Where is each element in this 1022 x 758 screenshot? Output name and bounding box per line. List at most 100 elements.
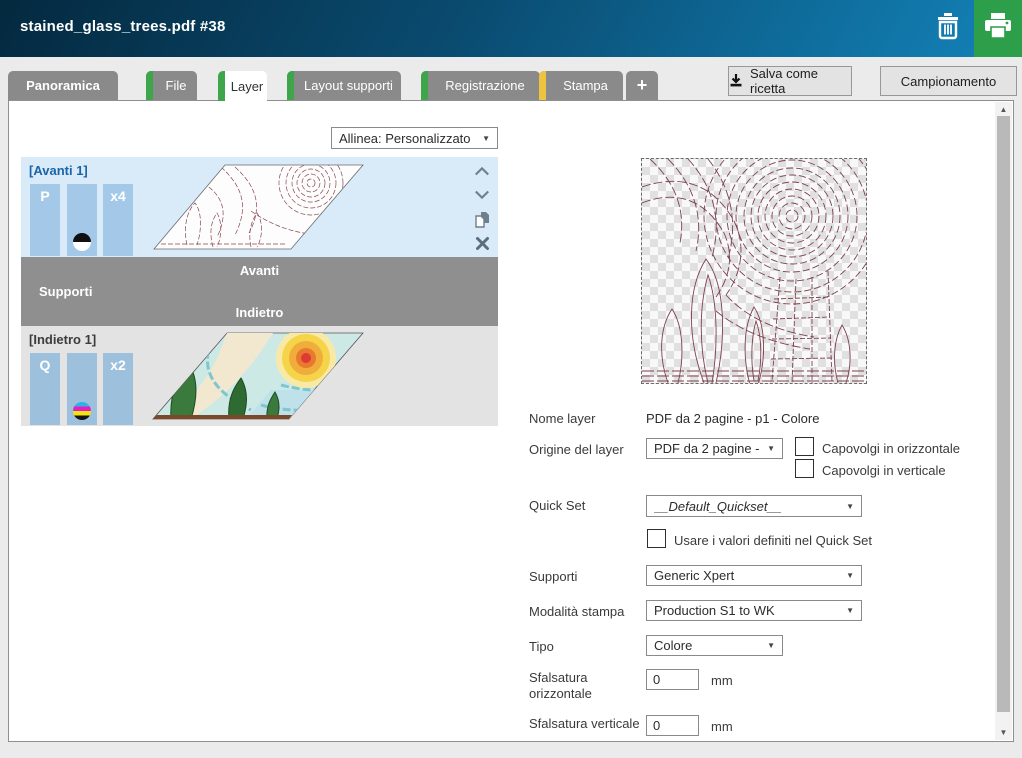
download-icon xyxy=(729,73,743,90)
front-layer-badge-x4[interactable]: x4 xyxy=(103,184,133,256)
front-layer-row[interactable]: [Avanti 1] P x4 xyxy=(21,157,498,257)
flip-horizontal-checkbox[interactable] xyxy=(795,437,814,456)
plus-icon: + xyxy=(636,75,648,95)
move-layer-down-button[interactable] xyxy=(472,183,492,207)
badge-label: x2 xyxy=(110,357,126,373)
use-quickset-label: Usare i valori definiti nel Quick Set xyxy=(674,533,872,548)
campionamento-label: Campionamento xyxy=(900,73,997,89)
triangle-up-icon: ▲ xyxy=(999,105,1008,114)
origine-layer-dropdown[interactable]: PDF da 2 pagine - p1 ▼ xyxy=(646,438,783,459)
badge-label: x4 xyxy=(110,188,126,204)
job-editor-window: stained_glass_trees.pdf #38 Panoramica F… xyxy=(0,0,1022,758)
back-layer-row[interactable]: [Indietro 1] Q x2 xyxy=(21,326,498,426)
back-layer-thumbnail[interactable] xyxy=(151,330,366,422)
print-job-button[interactable] xyxy=(974,0,1022,57)
tab-panoramica[interactable]: Panoramica xyxy=(8,71,118,100)
tipo-label: Tipo xyxy=(529,639,554,654)
tab-label: Registrazione xyxy=(445,78,525,93)
tab-layer[interactable]: Layer xyxy=(218,71,267,101)
chevron-down-icon: ▼ xyxy=(767,444,775,453)
printer-icon xyxy=(984,13,1012,44)
tab-layout-supporti[interactable]: Layout supporti xyxy=(287,71,401,100)
tab-status-indicator xyxy=(218,71,225,101)
supporti-dropdown[interactable]: Generic Xpert ▼ xyxy=(646,565,862,586)
tab-label: Layer xyxy=(230,78,264,94)
supporti-value: Generic Xpert xyxy=(654,568,735,583)
job-title: stained_glass_trees.pdf #38 xyxy=(20,18,226,35)
origine-layer-label: Origine del layer xyxy=(529,442,624,457)
move-layer-up-button[interactable] xyxy=(472,159,492,183)
add-tab-button[interactable]: + xyxy=(626,71,658,100)
front-layer-ink-badge[interactable] xyxy=(67,184,97,256)
titlebar: stained_glass_trees.pdf #38 xyxy=(0,0,1022,57)
trash-icon xyxy=(935,12,961,45)
vertical-scrollbar[interactable]: ▲ ▼ xyxy=(995,102,1012,740)
chevron-down-icon: ▼ xyxy=(482,133,490,143)
quickset-dropdown[interactable]: __Default_Quickset__ ▼ xyxy=(646,495,862,517)
align-dropdown-value: Allinea: Personalizzato xyxy=(339,130,471,146)
front-layer-badge-p[interactable]: P xyxy=(30,184,60,256)
sfalsatura-orizzontale-unit: mm xyxy=(711,673,733,688)
modalita-stampa-label: Modalità stampa xyxy=(529,604,625,619)
tipo-value: Colore xyxy=(654,638,693,653)
nome-layer-label: Nome layer xyxy=(529,411,596,426)
scroll-down-arrow[interactable]: ▼ xyxy=(995,725,1012,740)
tab-label: File xyxy=(165,78,187,93)
band-front-label: Avanti xyxy=(239,263,280,278)
quickset-value: __Default_Quickset__ xyxy=(654,498,782,514)
chevron-down-icon: ▼ xyxy=(846,571,854,580)
tab-status-indicator xyxy=(146,71,153,100)
sfalsatura-verticale-unit: mm xyxy=(711,719,733,734)
layer-tab-content: Allinea: Personalizzato ▼ [Avanti 1] P x… xyxy=(8,100,1014,742)
save-recipe-button[interactable]: Salva come ricetta xyxy=(728,66,852,96)
quickset-label: Quick Set xyxy=(529,498,586,513)
modalita-stampa-value: Production S1 to WK xyxy=(654,603,775,618)
back-layer-title: [Indietro 1] xyxy=(29,332,97,347)
badge-label: Q xyxy=(39,357,51,373)
scrollbar-thumb[interactable] xyxy=(997,116,1010,712)
tab-status-indicator xyxy=(539,71,546,100)
save-recipe-label: Salva come ricetta xyxy=(750,66,818,96)
tab-label: Stampa xyxy=(563,78,608,93)
media-band: Avanti Supporti Indietro xyxy=(21,257,498,326)
flip-vertical-checkbox[interactable] xyxy=(795,459,814,478)
nome-layer-value: PDF da 2 pagine - p1 - Colore xyxy=(646,411,820,426)
scroll-up-arrow[interactable]: ▲ xyxy=(995,102,1012,117)
tab-file[interactable]: File xyxy=(146,71,197,100)
tipo-dropdown[interactable]: Colore ▼ xyxy=(646,635,783,656)
delete-layer-icon[interactable] xyxy=(472,231,492,255)
delete-job-button[interactable] xyxy=(922,0,974,57)
use-quickset-checkbox[interactable] xyxy=(647,529,666,548)
origine-layer-value: PDF da 2 pagine - p1 xyxy=(654,441,762,456)
tab-label: Panoramica xyxy=(26,78,100,93)
back-layer-ink-badge[interactable] xyxy=(67,353,97,425)
chevron-down-icon: ▼ xyxy=(846,606,854,615)
duplicate-layer-icon[interactable] xyxy=(472,207,492,231)
layer-preview xyxy=(641,127,881,386)
sfalsatura-orizzontale-input[interactable] xyxy=(646,669,699,690)
campionamento-button[interactable]: Campionamento xyxy=(880,66,1017,96)
front-layer-thumbnail[interactable] xyxy=(151,161,366,253)
chevron-down-icon: ▼ xyxy=(846,501,854,511)
modalita-stampa-dropdown[interactable]: Production S1 to WK ▼ xyxy=(646,600,862,621)
tab-registrazione[interactable]: Registrazione xyxy=(421,71,540,100)
triangle-down-icon: ▼ xyxy=(999,728,1008,737)
spot-ink-icon xyxy=(73,233,91,251)
tab-stampa[interactable]: Stampa xyxy=(539,71,623,100)
tab-status-indicator xyxy=(421,71,428,100)
align-dropdown[interactable]: Allinea: Personalizzato ▼ xyxy=(331,127,498,149)
back-layer-badge-q[interactable]: Q xyxy=(30,353,60,425)
badge-label: P xyxy=(40,188,50,204)
back-layer-badge-x2[interactable]: x2 xyxy=(103,353,133,425)
supporti-label: Supporti xyxy=(529,569,578,584)
wireframe-preview-image xyxy=(641,127,881,386)
band-back-label: Indietro xyxy=(235,305,284,320)
sfalsatura-verticale-input[interactable] xyxy=(646,715,699,736)
tab-label: Layout supporti xyxy=(304,78,393,93)
tab-status-indicator xyxy=(287,71,294,100)
flip-horizontal-label: Capovolgi in orizzontale xyxy=(822,441,961,456)
flip-vertical-label: Capovolgi in verticale xyxy=(822,463,946,478)
band-media-label: Supporti xyxy=(39,284,93,299)
chevron-down-icon: ▼ xyxy=(767,641,775,650)
sfalsatura-verticale-label: Sfalsatura verticale xyxy=(529,716,640,731)
